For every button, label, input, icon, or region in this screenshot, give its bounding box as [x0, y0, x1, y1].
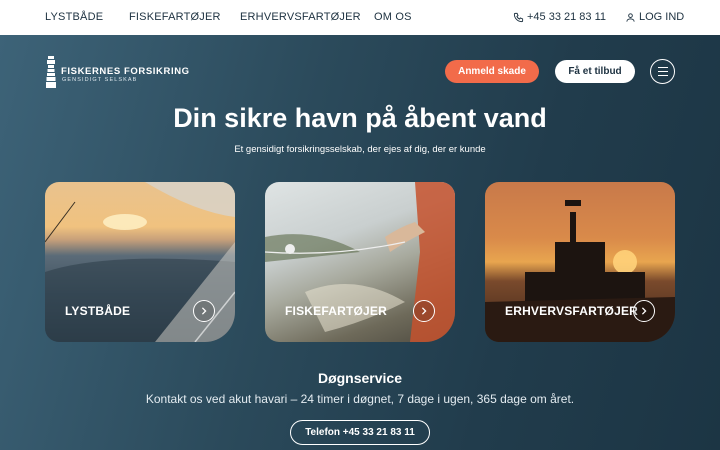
phone-icon: [513, 12, 524, 23]
nav-link-erhvervsfartoejer[interactable]: ERHVERVSFARTØJER: [240, 11, 361, 23]
nav-link-fiskefartoejer[interactable]: FISKEFARTØJER: [129, 11, 221, 23]
report-claim-button[interactable]: Anmeld skade: [445, 60, 539, 83]
card-label: LYSTBÅDE: [65, 304, 131, 318]
card-fiskefartoejer[interactable]: FISKEFARTØJER: [265, 182, 455, 342]
get-offer-button[interactable]: Få et tilbud: [555, 60, 635, 83]
phone-number: +45 33 21 83 11: [527, 11, 607, 23]
arrow-right-icon[interactable]: [413, 300, 435, 322]
lighthouse-icon: [45, 56, 57, 93]
hero-subtitle: Et gensidigt forsikringsselskab, der eje…: [234, 144, 486, 155]
user-icon: [625, 12, 636, 23]
login-label: LOG IND: [639, 11, 685, 23]
service-text: Kontakt os ved akut havari – 24 timer i …: [145, 392, 575, 406]
logo[interactable]: FISKERNES FORSIKRING GENSIDIGT SELSKAB: [45, 56, 190, 93]
top-navigation: LYSTBÅDE FISKEFARTØJER ERHVERVSFARTØJER …: [0, 0, 720, 35]
menu-icon[interactable]: [650, 59, 675, 84]
arrow-right-icon[interactable]: [193, 300, 215, 322]
service-title: Døgnservice: [317, 370, 403, 386]
logo-tagline: GENSIDIGT SELSKAB: [62, 76, 138, 83]
arrow-right-icon[interactable]: [633, 300, 655, 322]
nav-link-om-os[interactable]: OM OS: [374, 11, 412, 23]
hero-section: FISKERNES FORSIKRING GENSIDIGT SELSKAB A…: [0, 35, 720, 450]
logo-name: FISKERNES FORSIKRING: [61, 65, 190, 77]
phone-button[interactable]: Telefon +45 33 21 83 11: [290, 420, 430, 445]
card-label: FISKEFARTØJER: [285, 304, 387, 318]
card-label: ERHVERVSFARTØJER: [505, 304, 639, 318]
card-lystbaade[interactable]: LYSTBÅDE: [45, 182, 235, 342]
hero-title: Din sikre havn på åbent vand: [173, 103, 547, 133]
card-erhvervsfartoejer[interactable]: ERHVERVSFARTØJER: [485, 182, 675, 342]
nav-link-lystbaade[interactable]: LYSTBÅDE: [45, 11, 103, 23]
phone-link[interactable]: +45 33 21 83 11: [513, 11, 606, 23]
login-link[interactable]: LOG IND: [625, 11, 684, 23]
